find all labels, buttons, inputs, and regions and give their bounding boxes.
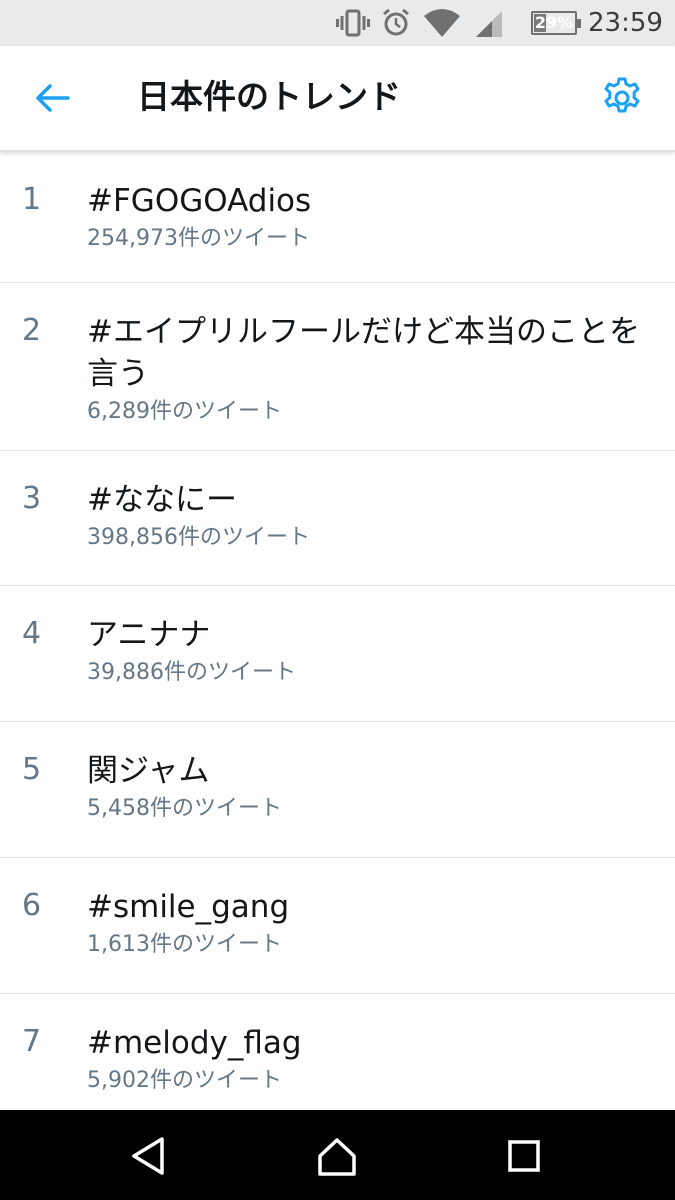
trend-rank: 4 (22, 616, 42, 651)
page-title: 日本件のトレンド (137, 77, 401, 116)
tweet-count: 1,613件のツイート (87, 932, 282, 957)
gear-icon (604, 77, 640, 113)
alarm-clock-icon (380, 0, 412, 46)
trend-item[interactable]: 3 #ななにー 398,856件のツイート (0, 451, 675, 586)
nav-recents-button[interactable] (502, 1134, 546, 1178)
nav-recents-icon (508, 1140, 540, 1172)
tweet-count: 5,902件のツイート (87, 1068, 282, 1093)
status-bar: 29% 23:59 (0, 0, 675, 46)
back-arrow-icon (36, 84, 70, 112)
tweet-count: 398,856件のツイート (87, 525, 310, 550)
trend-rank: 3 (22, 481, 42, 516)
trend-rank: 2 (22, 313, 42, 348)
tweet-count: 6,289件のツイート (87, 399, 282, 424)
battery-percent: 29% (534, 13, 574, 32)
trend-item[interactable]: 5 関ジャム 5,458件のツイート (0, 722, 675, 858)
status-time: 23:59 (588, 8, 663, 38)
app-header: 日本件のトレンド (0, 46, 675, 152)
wifi-icon (422, 0, 462, 46)
trend-rank: 1 (22, 182, 42, 217)
trend-item[interactable]: 1 #FGOGOAdios 254,973件のツイート (0, 152, 675, 283)
trend-name: 関ジャム (87, 753, 210, 789)
cell-signal-icon (472, 0, 506, 46)
tweet-count: 5,458件のツイート (87, 796, 282, 821)
trend-name: アニナナ (87, 617, 211, 653)
trend-name: #ななにー (87, 482, 237, 518)
tweet-count: 254,973件のツイート (87, 226, 310, 251)
trend-item[interactable]: 6 #smile_gang 1,613件のツイート (0, 858, 675, 994)
trend-rank: 7 (22, 1024, 42, 1059)
trend-rank: 5 (22, 752, 42, 787)
trend-name: #smile_gang (87, 889, 290, 925)
battery-icon: 29% (527, 0, 581, 46)
trend-item[interactable]: 2 #エイプリルフールだけど本当のことを言う 6,289件のツイート (0, 283, 675, 451)
trend-rank: 6 (22, 888, 42, 923)
trend-name: #エイプリルフールだけど本当のことを言う (87, 314, 640, 392)
trend-name: #melody_flag (87, 1025, 302, 1061)
back-button[interactable] (28, 74, 76, 122)
vibrate-icon (334, 0, 372, 46)
trend-list: 1 #FGOGOAdios 254,973件のツイート 2 #エイプリルフールだ… (0, 152, 675, 1130)
settings-button[interactable] (598, 74, 646, 122)
nav-home-icon (318, 1138, 356, 1176)
navigation-bar (0, 1110, 675, 1200)
trend-item[interactable]: 4 アニナナ 39,886件のツイート (0, 586, 675, 722)
nav-home-button[interactable] (315, 1134, 359, 1178)
trend-name: #FGOGOAdios (87, 183, 312, 219)
nav-back-button[interactable] (128, 1134, 172, 1178)
tweet-count: 39,886件のツイート (87, 660, 296, 685)
nav-back-icon (132, 1137, 164, 1175)
